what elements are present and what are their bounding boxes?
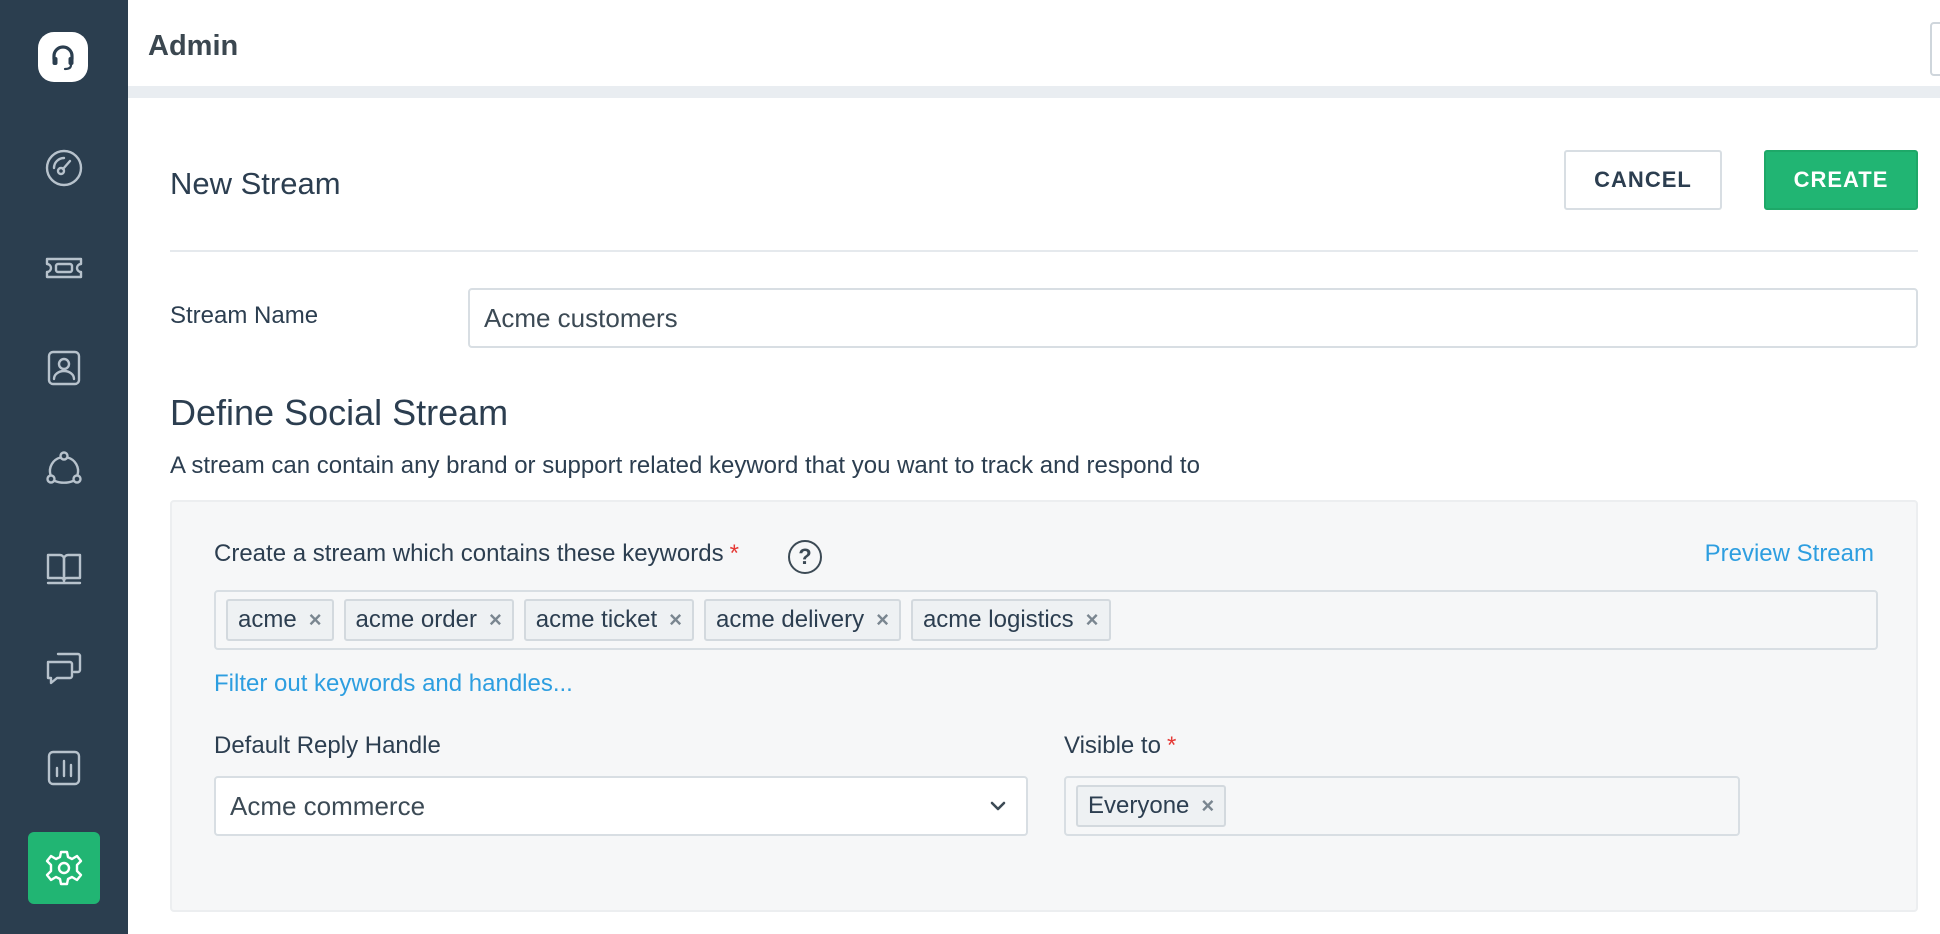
stream-name-value: Acme customers — [484, 302, 678, 333]
keywords-tag-input[interactable]: acme × acme order × acme ticket × acme d… — [214, 590, 1878, 650]
help-icon[interactable]: ? — [788, 540, 822, 574]
required-marker: * — [1166, 732, 1177, 759]
keyword-tag-label: acme ticket — [535, 606, 658, 633]
remove-tag-icon[interactable]: × — [309, 607, 322, 633]
remove-tag-icon[interactable]: × — [669, 607, 682, 633]
remove-tag-icon[interactable]: × — [876, 607, 889, 633]
chat-icon — [46, 652, 82, 685]
reports-icon — [47, 750, 81, 786]
helpdesk-logo-icon[interactable] — [38, 32, 88, 82]
section-description: A stream can contain any brand or suppor… — [170, 452, 1200, 479]
stream-definition-panel: Create a stream which contains these key… — [170, 500, 1918, 912]
visibility-tag-label: Everyone — [1088, 792, 1190, 819]
remove-tag-icon[interactable]: × — [1201, 793, 1214, 819]
sidebar-item-knowledge-base[interactable] — [28, 532, 100, 604]
sidebar-item-contacts[interactable] — [28, 332, 100, 404]
keyword-tag-label: acme logistics — [922, 606, 1074, 633]
top-header: Admin — [128, 0, 1940, 98]
keyword-tag: acme ticket × — [523, 599, 695, 641]
ticket-icon — [45, 257, 83, 279]
keyword-tag-label: acme order — [355, 606, 477, 633]
visibility-tag: Everyone × — [1076, 785, 1227, 827]
stream-name-input[interactable]: Acme customers — [468, 288, 1918, 348]
page-title: New Stream — [170, 166, 341, 201]
reply-handle-value: Acme commerce — [230, 790, 426, 821]
header-divider — [170, 250, 1918, 252]
sidebar-item-reports[interactable] — [28, 732, 100, 804]
required-marker: * — [729, 540, 739, 567]
remove-tag-icon[interactable]: × — [1086, 607, 1099, 633]
stream-name-label: Stream Name — [170, 302, 319, 329]
chevron-down-icon — [990, 801, 1006, 811]
header-right-control[interactable] — [1930, 22, 1940, 76]
visible-to-label-row: Visible to * — [1064, 732, 1176, 760]
book-icon — [46, 553, 82, 585]
sidebar — [0, 0, 128, 934]
sidebar-item-admin[interactable] — [28, 832, 100, 904]
sidebar-item-dashboard[interactable] — [28, 132, 100, 204]
keywords-label: Create a stream which contains these key… — [214, 540, 724, 567]
section-title: Define Social Stream — [170, 392, 509, 433]
reply-handle-select[interactable]: Acme commerce — [214, 776, 1028, 836]
cancel-button[interactable]: CANCEL — [1564, 150, 1722, 210]
visible-to-label: Visible to — [1064, 732, 1161, 759]
social-icon — [46, 451, 82, 484]
dashboard-icon — [45, 149, 83, 187]
keyword-tag: acme order × — [343, 599, 514, 641]
create-button[interactable]: CREATE — [1764, 150, 1918, 210]
gear-icon — [45, 850, 83, 886]
keyword-tag: acme logistics × — [910, 599, 1111, 641]
header-title: Admin — [148, 30, 239, 62]
keyword-tag: acme delivery × — [704, 599, 901, 641]
preview-stream-link[interactable]: Preview Stream — [1705, 540, 1874, 568]
keyword-tag-label: acme — [238, 606, 297, 633]
keyword-tag-label: acme delivery — [716, 606, 865, 633]
sidebar-item-social[interactable] — [28, 432, 100, 504]
contact-icon — [47, 350, 81, 386]
keyword-tag: acme × — [226, 599, 334, 641]
reply-handle-label: Default Reply Handle — [214, 732, 441, 759]
filter-keywords-link[interactable]: Filter out keywords and handles... — [214, 670, 573, 698]
keywords-label-row: Create a stream which contains these key… — [214, 540, 739, 568]
sidebar-item-conversations[interactable] — [28, 632, 100, 704]
sidebar-item-tickets[interactable] — [28, 232, 100, 304]
remove-tag-icon[interactable]: × — [489, 607, 502, 633]
visible-to-tag-input[interactable]: Everyone × — [1064, 776, 1740, 836]
